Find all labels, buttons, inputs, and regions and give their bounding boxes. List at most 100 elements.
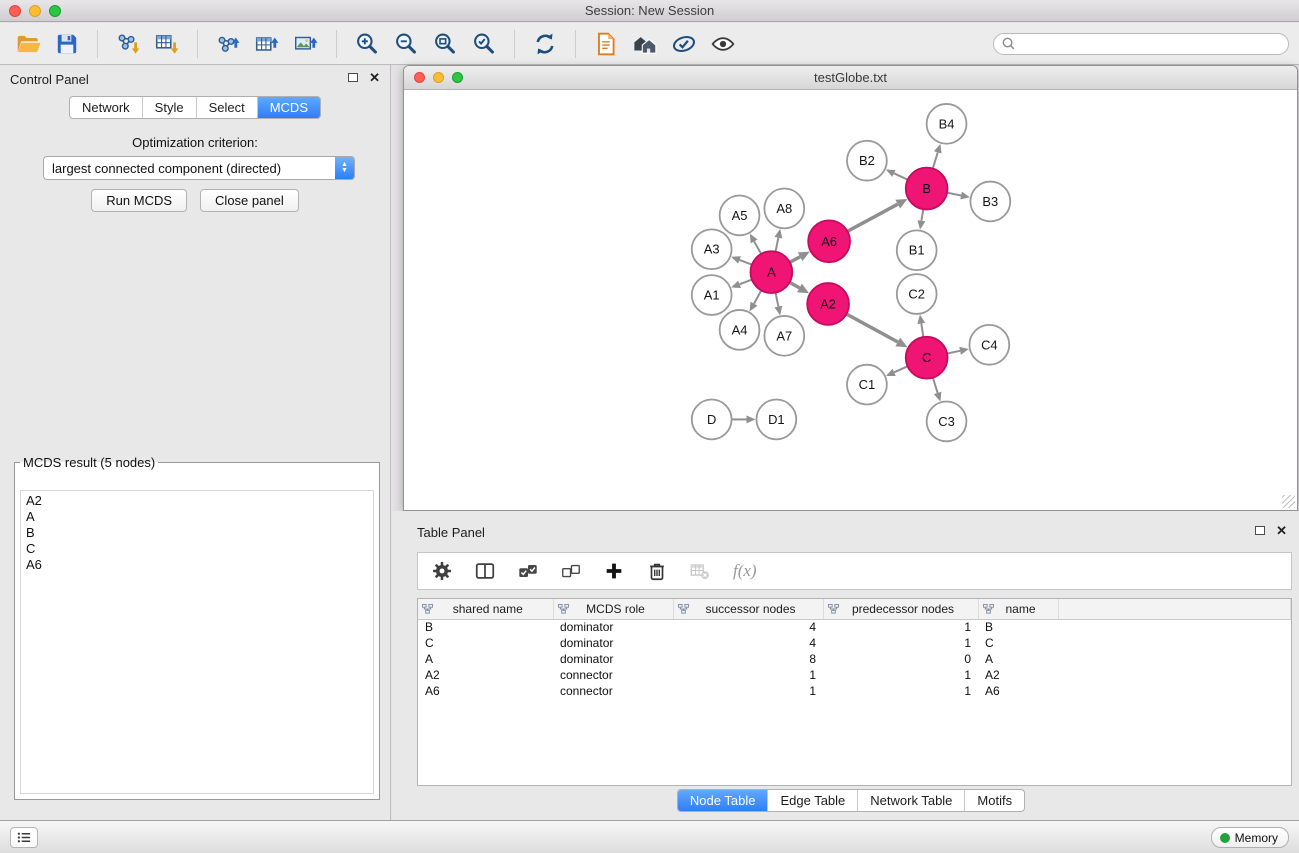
edge-A-A5[interactable] xyxy=(750,234,761,254)
edge-D-D1[interactable] xyxy=(732,415,756,423)
open-session-button[interactable] xyxy=(10,27,46,61)
mcds-result-item[interactable]: C xyxy=(21,541,373,557)
import-network-button[interactable] xyxy=(110,27,146,61)
graph-node-C1[interactable]: C1 xyxy=(847,365,887,405)
edge-A-A6[interactable] xyxy=(790,252,810,263)
column-header-successor-nodes[interactable]: successor nodes xyxy=(673,599,823,619)
table-tab-node-table[interactable]: Node Table xyxy=(678,790,768,811)
mcds-result-item[interactable]: A6 xyxy=(21,557,373,573)
graph-node-B[interactable]: B xyxy=(906,168,948,210)
network-zoom-button[interactable] xyxy=(452,72,463,83)
graph-node-A3[interactable]: A3 xyxy=(692,229,732,269)
column-header-MCDS-role[interactable]: MCDS role xyxy=(553,599,673,619)
graph-node-A8[interactable]: A8 xyxy=(764,189,804,229)
edge-C-C2[interactable] xyxy=(917,315,925,337)
search-input[interactable] xyxy=(1020,37,1281,51)
table-row[interactable]: A2connector11A2 xyxy=(418,667,1291,683)
control-tab-mcds[interactable]: MCDS xyxy=(257,97,320,118)
zoom-window-button[interactable] xyxy=(49,5,61,17)
float-panel-icon[interactable] xyxy=(348,73,358,82)
network-close-button[interactable] xyxy=(414,72,425,83)
optimization-criterion-select[interactable]: largest connected component (directed) ▲… xyxy=(43,156,355,180)
table-row[interactable]: A6connector11A6 xyxy=(418,683,1291,699)
edge-C-C1[interactable] xyxy=(886,366,908,376)
graph-node-D1[interactable]: D1 xyxy=(756,400,796,440)
edge-A-A4[interactable] xyxy=(750,290,762,311)
resize-grip[interactable] xyxy=(1282,495,1295,508)
home-button[interactable] xyxy=(627,27,663,61)
graph-node-A6[interactable]: A6 xyxy=(808,220,850,262)
graph-node-A4[interactable]: A4 xyxy=(720,310,760,350)
graph-node-C3[interactable]: C3 xyxy=(927,402,967,442)
mcds-result-item[interactable]: B xyxy=(21,525,373,541)
graph-node-B2[interactable]: B2 xyxy=(847,141,887,181)
show-hide-button[interactable] xyxy=(705,27,741,61)
network-window-titlebar[interactable]: testGlobe.txt xyxy=(404,66,1297,90)
graph-node-A1[interactable]: A1 xyxy=(692,275,732,315)
run-mcds-button[interactable]: Run MCDS xyxy=(91,189,187,212)
edge-A2-C[interactable] xyxy=(846,314,907,347)
column-header-name[interactable]: name xyxy=(978,599,1058,619)
table-tab-edge-table[interactable]: Edge Table xyxy=(767,790,857,811)
edge-B-B4[interactable] xyxy=(933,144,942,169)
graph-node-D[interactable]: D xyxy=(692,400,732,440)
network-minimize-button[interactable] xyxy=(433,72,444,83)
column-header-predecessor-nodes[interactable]: predecessor nodes xyxy=(823,599,978,619)
import-table-button[interactable] xyxy=(149,27,185,61)
edge-C-C4[interactable] xyxy=(947,347,969,355)
close-table-panel-icon[interactable]: ✕ xyxy=(1276,525,1287,536)
graph-node-C[interactable]: C xyxy=(906,337,948,379)
add-column-button[interactable] xyxy=(600,557,628,585)
show-columns-button[interactable] xyxy=(471,557,499,585)
graph-node-C2[interactable]: C2 xyxy=(897,274,937,314)
table-row[interactable]: Bdominator41B xyxy=(418,619,1291,635)
edge-B-B3[interactable] xyxy=(947,192,970,200)
graph-node-C4[interactable]: C4 xyxy=(969,325,1009,365)
control-tab-network[interactable]: Network xyxy=(70,97,142,118)
table-row[interactable]: Cdominator41C xyxy=(418,635,1291,651)
zoom-out-button[interactable] xyxy=(388,27,424,61)
edge-A6-B[interactable] xyxy=(847,199,907,231)
graph-node-B1[interactable]: B1 xyxy=(897,230,937,270)
export-table-button[interactable] xyxy=(249,27,285,61)
edge-A-A8[interactable] xyxy=(774,229,782,252)
apply-style-button[interactable] xyxy=(666,27,702,61)
mcds-result-item[interactable]: A xyxy=(21,509,373,525)
float-table-panel-icon[interactable] xyxy=(1255,526,1265,535)
control-tab-style[interactable]: Style xyxy=(142,97,196,118)
edge-B-B1[interactable] xyxy=(918,209,926,229)
zoom-in-button[interactable] xyxy=(349,27,385,61)
edge-A-A1[interactable] xyxy=(731,280,752,288)
close-window-button[interactable] xyxy=(9,5,21,17)
network-canvas[interactable]: B4 B2 B B3 A8A5 A6 A3 B1 A A1 C2 A2 A4A7 C4 C C1 C3 D D1 xyxy=(405,91,1296,509)
deselect-all-button[interactable] xyxy=(557,557,585,585)
graph-node-A5[interactable]: A5 xyxy=(720,196,760,236)
graph-node-B3[interactable]: B3 xyxy=(970,182,1010,222)
function-builder-button[interactable]: f(x) xyxy=(729,561,757,581)
mcds-result-item[interactable]: A2 xyxy=(21,493,373,509)
close-panel-icon[interactable]: ✕ xyxy=(369,72,380,83)
document-button[interactable] xyxy=(588,27,624,61)
graph-node-A7[interactable]: A7 xyxy=(764,316,804,356)
zoom-fit-button[interactable] xyxy=(427,27,463,61)
memory-button[interactable]: Memory xyxy=(1211,827,1289,848)
save-session-button[interactable] xyxy=(49,27,85,61)
minimize-window-button[interactable] xyxy=(29,5,41,17)
graph-node-A2[interactable]: A2 xyxy=(807,283,849,325)
edge-A-A3[interactable] xyxy=(731,256,752,264)
control-tab-select[interactable]: Select xyxy=(196,97,257,118)
select-all-button[interactable] xyxy=(514,557,542,585)
refresh-button[interactable] xyxy=(527,27,563,61)
task-history-button[interactable] xyxy=(10,827,38,848)
table-tab-network-table[interactable]: Network Table xyxy=(857,790,964,811)
zoom-selected-button[interactable] xyxy=(466,27,502,61)
export-image-button[interactable] xyxy=(288,27,324,61)
close-panel-button[interactable]: Close panel xyxy=(200,189,299,212)
delete-table-button[interactable] xyxy=(686,557,714,585)
graph-node-A[interactable]: A xyxy=(750,251,792,293)
graph-node-B4[interactable]: B4 xyxy=(927,104,967,144)
table-row[interactable]: Adominator80A xyxy=(418,651,1291,667)
edge-C-C3[interactable] xyxy=(933,378,942,402)
column-header-shared-name[interactable]: shared name xyxy=(418,599,553,619)
export-network-button[interactable] xyxy=(210,27,246,61)
